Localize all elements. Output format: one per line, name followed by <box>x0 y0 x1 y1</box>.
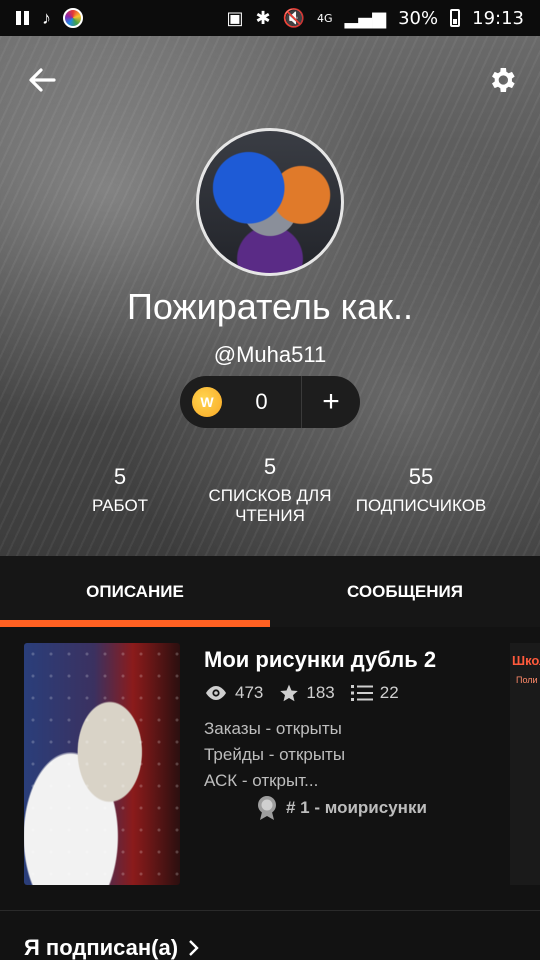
star-icon <box>280 684 299 702</box>
medal-icon <box>258 796 276 820</box>
story-description: Заказы - открыты Трейды - открыты АСК - … <box>204 716 494 794</box>
coin-icon: W <box>192 387 222 417</box>
network-type-label: 4G <box>317 11 333 25</box>
back-arrow-icon[interactable] <box>26 64 58 96</box>
status-right: ▣ ✱ 🔇 4G ▂▄▆ 30% 19:13 <box>227 8 524 29</box>
app-notification-icon <box>63 8 83 28</box>
description-line: АСК - открыт... <box>204 771 319 790</box>
coin-count: 0 <box>255 389 268 414</box>
parts-count: 22 <box>379 683 399 702</box>
parts-group: 22 <box>350 683 399 703</box>
stat-works-label: РАБОТ <box>91 496 149 515</box>
votes-count: 183 <box>306 683 335 702</box>
following-section[interactable]: Я подписан(а) <box>24 935 200 960</box>
stat-works[interactable]: 5 РАБОТ <box>70 464 170 516</box>
bluetooth-icon: ✱ <box>255 7 271 29</box>
next-story-card[interactable]: Школ Поли <box>510 643 540 885</box>
tab-description[interactable]: ОПИСАНИЕ <box>0 556 270 628</box>
active-tab-indicator <box>0 620 270 627</box>
stat-followers-label: ПОДПИСЧИКОВ <box>355 496 487 515</box>
screenshot-icon: ▣ <box>226 7 244 29</box>
stat-followers[interactable]: 55 ПОДПИСЧИКОВ <box>348 464 494 516</box>
coin-balance: W 0 + <box>180 376 360 428</box>
next-story-subtitle: Поли <box>516 675 538 685</box>
stat-reading-lists[interactable]: 5 СПИСКОВ ДЛЯ ЧТЕНИЯ <box>200 454 340 526</box>
stat-works-value: 5 <box>113 464 127 489</box>
stat-followers-value: 55 <box>408 464 434 489</box>
views-group: 473 <box>204 683 263 703</box>
rank-label: # 1 - моирисунки <box>286 798 427 817</box>
clock: 19:13 <box>472 7 524 29</box>
avatar[interactable] <box>196 128 344 276</box>
signal-icon: ▂▄▆ <box>344 7 387 29</box>
add-coins-button[interactable]: + <box>302 376 360 428</box>
eye-icon <box>206 686 226 700</box>
description-line: Заказы - открыты <box>204 719 342 738</box>
status-left: ♪ <box>16 8 83 29</box>
section-divider <box>0 910 540 911</box>
profile-tabs: ОПИСАНИЕ СООБЩЕНИЯ <box>0 556 540 628</box>
pause-icon <box>16 11 30 25</box>
music-note-icon: ♪ <box>42 7 51 28</box>
gear-icon[interactable] <box>486 64 518 96</box>
following-label: Я подписан(а) <box>24 935 179 960</box>
profile-handle: @Muha511 <box>213 342 327 367</box>
story-meta: 473 183 22 <box>204 683 407 703</box>
next-story-title: Школ <box>512 653 540 668</box>
mute-icon: 🔇 <box>282 7 306 29</box>
description-content: Мои рисунки дубль 2 473 183 22 Заказы - … <box>0 627 540 960</box>
story-cover[interactable] <box>24 643 180 885</box>
chevron-right-icon <box>189 940 199 956</box>
views-count: 473 <box>235 683 264 702</box>
description-line: Трейды - открыты <box>204 745 346 764</box>
battery-icon <box>450 9 461 27</box>
battery-percent: 30% <box>398 7 439 29</box>
profile-header: Пожиратель как.. @Muha511 W 0 + 5 РАБОТ … <box>0 36 540 556</box>
status-bar: ♪ ▣ ✱ 🔇 4G ▂▄▆ 30% 19:13 <box>0 0 540 36</box>
votes-group: 183 <box>279 683 335 703</box>
stat-reading-lists-label: СПИСКОВ ДЛЯ ЧТЕНИЯ <box>208 486 332 525</box>
story-title[interactable]: Мои рисунки дубль 2 <box>204 647 436 673</box>
list-icon <box>350 685 373 701</box>
tab-messages[interactable]: СООБЩЕНИЯ <box>270 556 540 628</box>
profile-name: Пожиратель как.. <box>127 286 413 327</box>
stat-reading-lists-value: 5 <box>263 454 277 479</box>
rank-badge[interactable]: # 1 - моирисунки <box>256 795 427 821</box>
